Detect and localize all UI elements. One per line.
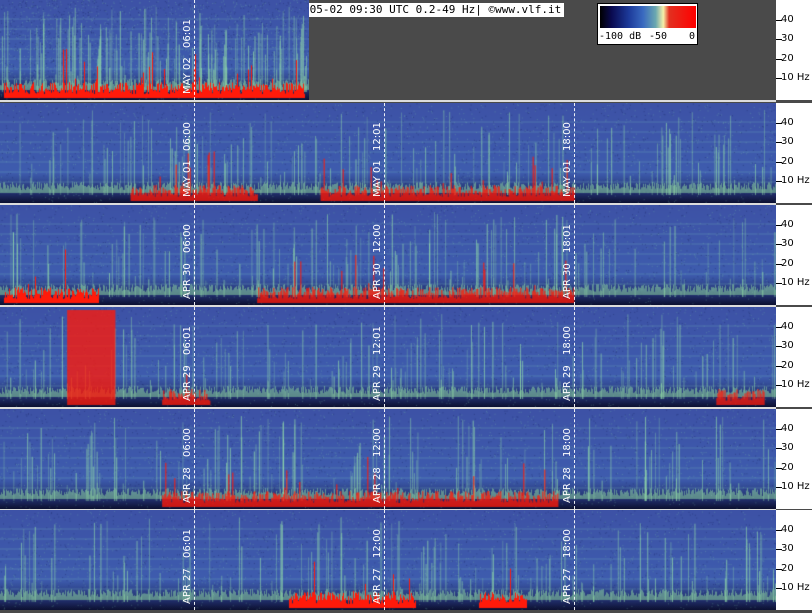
day-label: APR 30 <box>182 263 193 299</box>
y-tick-label: 40 <box>781 14 794 25</box>
y-tick-label: 10 Hz <box>781 72 810 83</box>
time-label: 12:00 <box>372 428 383 457</box>
time-label: 06:00 <box>182 224 193 253</box>
time-label: 18:01 <box>562 224 573 253</box>
day-label: APR 30 <box>562 263 573 299</box>
day-label: APR 27 <box>372 568 383 604</box>
day-label: MAY 02 <box>182 57 193 94</box>
time-label: 18:00 <box>562 326 573 355</box>
frequency-axis: 40 30 20 10 Hz <box>776 0 812 100</box>
frequency-axis: 40 30 20 10 Hz <box>776 103 812 203</box>
time-label: 06:01 <box>182 19 193 48</box>
strip-apr-29: 40 30 20 10 Hz APR 29 06:01 APR 29 12:01 APR 29 1… <box>0 307 812 409</box>
time-marker-line <box>574 205 575 305</box>
frequency-axis: 40 30 20 10 Hz <box>776 307 812 407</box>
time-label: 18:00 <box>562 529 573 558</box>
time-marker-line <box>574 409 575 509</box>
time-label: 06:01 <box>182 529 193 558</box>
day-label: APR 29 <box>372 365 383 401</box>
time-marker-line <box>384 205 385 305</box>
time-label: 06:01 <box>182 326 193 355</box>
day-label: APR 27 <box>562 568 573 604</box>
spectrogram-image <box>0 409 776 509</box>
day-label: APR 29 <box>182 365 193 401</box>
time-marker-line <box>574 307 575 407</box>
spectrogram-image <box>0 307 776 407</box>
time-marker-line <box>384 103 385 203</box>
time-marker-line <box>384 307 385 407</box>
time-label: 06:00 <box>182 428 193 457</box>
frequency-axis: 40 30 20 10 Hz <box>776 205 812 305</box>
strip-may-02: 40 30 20 10 Hz MAY 02 06:01 <box>0 0 812 102</box>
y-tick-label: 10 Hz <box>781 379 810 390</box>
y-tick-label: 20 <box>781 563 794 574</box>
time-label: 12:01 <box>372 122 383 151</box>
y-tick-label: 40 <box>781 524 794 535</box>
strip-separator <box>0 100 776 102</box>
y-tick-label: 30 <box>781 33 794 44</box>
time-marker-line <box>194 0 195 100</box>
strip-apr-27: 40 30 20 10 Hz APR 27 06:01 APR 27 12:00 APR 27 1… <box>0 510 812 610</box>
y-tick-label: 40 <box>781 321 794 332</box>
day-label: APR 28 <box>562 467 573 503</box>
y-tick-label: 30 <box>781 136 794 147</box>
spectrogram-image <box>0 0 309 100</box>
spectrogram-image <box>0 510 776 610</box>
time-marker-line <box>384 510 385 610</box>
y-tick-label: 20 <box>781 462 794 473</box>
y-tick-label: 30 <box>781 442 794 453</box>
time-label: 06:00 <box>182 122 193 151</box>
strip-apr-28: 40 30 20 10 Hz APR 28 06:00 APR 28 12:00 APR 28 1… <box>0 409 812 511</box>
y-tick-label: 10 Hz <box>781 481 810 492</box>
spectrogram-image <box>0 103 776 203</box>
time-label: 12:00 <box>372 529 383 558</box>
y-tick-label: 30 <box>781 543 794 554</box>
y-tick-label: 20 <box>781 53 794 64</box>
time-marker-line <box>194 409 195 509</box>
frequency-axis: 40 30 20 10 Hz <box>776 510 812 610</box>
y-tick-label: 40 <box>781 117 794 128</box>
spectrogram-image <box>0 205 776 305</box>
time-marker-line <box>384 409 385 509</box>
y-tick-label: 30 <box>781 238 794 249</box>
time-marker-line <box>194 307 195 407</box>
day-label: APR 28 <box>182 467 193 503</box>
y-tick-label: 20 <box>781 258 794 269</box>
strip-apr-30: 40 30 20 10 Hz APR 30 06:00 APR 30 12:00 APR 30 1… <box>0 205 812 307</box>
time-marker-line <box>574 510 575 610</box>
time-label: 18:00 <box>562 122 573 151</box>
y-tick-label: 10 Hz <box>781 175 810 186</box>
y-tick-label: 10 Hz <box>781 582 810 593</box>
time-marker-line <box>194 103 195 203</box>
strip-may-01: 40 30 20 10 Hz MAY 01 06:00 MAY 01 12:01 MAY 01 1… <box>0 103 812 205</box>
day-label: APR 30 <box>372 263 383 299</box>
frequency-axis: 40 30 20 10 Hz <box>776 409 812 509</box>
time-label: 18:00 <box>562 428 573 457</box>
time-marker-line <box>574 103 575 203</box>
y-tick-label: 40 <box>781 423 794 434</box>
day-label: MAY 01 <box>562 160 573 197</box>
y-tick-label: 20 <box>781 156 794 167</box>
y-tick-label: 30 <box>781 340 794 351</box>
y-tick-label: 10 Hz <box>781 277 810 288</box>
time-label: 12:01 <box>372 326 383 355</box>
day-label: APR 29 <box>562 365 573 401</box>
y-tick-label: 20 <box>781 360 794 371</box>
day-label: APR 27 <box>182 568 193 604</box>
time-marker-line <box>194 205 195 305</box>
y-tick-label: 40 <box>781 219 794 230</box>
time-label: 12:00 <box>372 224 383 253</box>
day-label: MAY 01 <box>182 160 193 197</box>
day-label: APR 28 <box>372 467 383 503</box>
time-marker-line <box>194 510 195 610</box>
day-label: MAY 01 <box>372 160 383 197</box>
